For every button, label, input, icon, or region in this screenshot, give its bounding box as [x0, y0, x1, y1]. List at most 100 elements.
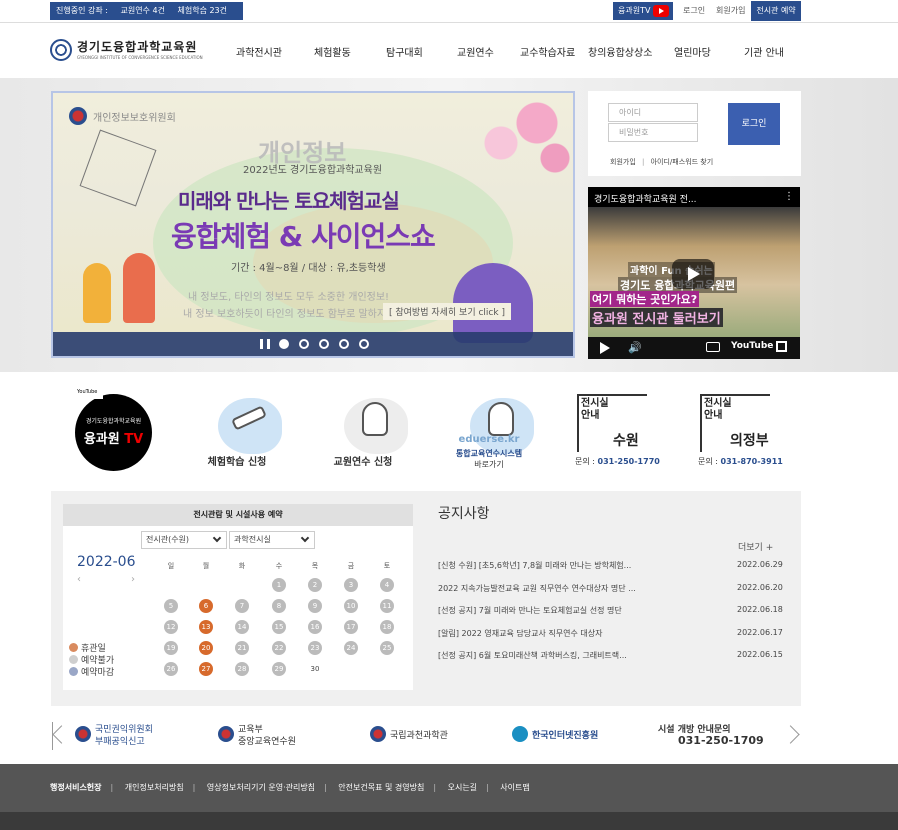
- reserve-button[interactable]: 전시관 예약: [751, 1, 801, 21]
- calendar-day[interactable]: 21: [235, 641, 249, 655]
- footer-link-privacy[interactable]: 개인정보처리방침: [125, 783, 184, 792]
- calendar-day[interactable]: 9: [308, 599, 322, 613]
- menu-creative-lab[interactable]: 창의융합상상소: [588, 44, 652, 59]
- calendar-day[interactable]: 29: [272, 662, 286, 676]
- slider-dot[interactable]: [359, 339, 369, 349]
- youtube-video-player[interactable]: 경기도융합과학교육원 전... ⋮ 과학이 Fun 숨쉬는 경기도 융합과학교육…: [588, 187, 800, 359]
- calendar-day[interactable]: 16: [308, 620, 322, 634]
- calendar-day[interactable]: 10: [344, 599, 358, 613]
- footer-separator: |: [486, 783, 489, 792]
- banner-next-icon[interactable]: [784, 722, 800, 750]
- prev-month-button[interactable]: ‹: [77, 574, 81, 585]
- banner-line: 국립과천과학관: [390, 731, 448, 741]
- banner-prev-icon[interactable]: [52, 722, 68, 750]
- calendar-day[interactable]: 14: [235, 620, 249, 634]
- fullscreen-icon[interactable]: [776, 341, 787, 352]
- join-link[interactable]: 회원가입: [610, 158, 636, 166]
- footer-link-directions[interactable]: 오시는길: [448, 783, 477, 792]
- password-input[interactable]: 비밀번호: [608, 123, 698, 142]
- calendar-day[interactable]: 15: [272, 620, 286, 634]
- calendar-day[interactable]: 19: [164, 641, 178, 655]
- slider-dot[interactable]: [299, 339, 309, 349]
- calendar-day[interactable]: 3: [344, 578, 358, 592]
- notice-item[interactable]: [선정 공지] 7월 미래와 만나는 토요체험교실 선정 명단 2022.06.1…: [438, 605, 783, 619]
- find-account-link[interactable]: 아이디/패스워드 찾기: [651, 158, 714, 166]
- calendar-day[interactable]: 11: [380, 599, 394, 613]
- slider-dot[interactable]: [339, 339, 349, 349]
- calendar-day[interactable]: 13: [199, 620, 213, 634]
- volume-icon[interactable]: 🔊: [628, 341, 642, 354]
- calendar-day[interactable]: 24: [344, 641, 358, 655]
- venue-select[interactable]: 전시관(수원): [141, 531, 227, 549]
- teacher-training-apply-link[interactable]: 교원연수 신청: [308, 392, 418, 482]
- suwon-exhibition-info[interactable]: 전시실 안내 수원 문의 : 031-250-1770: [575, 394, 675, 466]
- teacher-course-count[interactable]: 교원연수 4건: [121, 6, 165, 15]
- calendar-day[interactable]: 7: [235, 599, 249, 613]
- calendar-day[interactable]: 17: [344, 620, 358, 634]
- calendar-day[interactable]: 27: [199, 662, 213, 676]
- uijeongbu-exhibition-info[interactable]: 전시실 안내 의정부 문의 : 031-870-3911: [698, 394, 798, 466]
- notice-more-link[interactable]: 더보기 +: [738, 540, 773, 553]
- calendar-day[interactable]: 30: [308, 662, 322, 676]
- play-icon[interactable]: [672, 259, 714, 289]
- teacher-training-apply-label: 교원연수 신청: [333, 457, 393, 468]
- video-title[interactable]: 경기도융합과학교육원 전...: [594, 192, 697, 205]
- notice-item[interactable]: [신청 수원] [초5,6학년] 7,8월 미래와 만나는 방학체험... 202…: [438, 560, 783, 574]
- youtube-logo[interactable]: YouTube: [731, 341, 773, 351]
- menu-experience[interactable]: 체험활동: [314, 44, 351, 59]
- tv-link[interactable]: 융과원TV: [613, 2, 673, 20]
- menu-teacher-training[interactable]: 교원연수: [457, 44, 494, 59]
- footer-link-cctv[interactable]: 영상정보처리기기 운영·관리방침: [207, 783, 315, 792]
- menu-science-hall[interactable]: 과학전시관: [236, 44, 282, 59]
- main-slider[interactable]: 개인정보보호위원회 개인정보 2022년도 경기도융합과학교육원 미래와 만나는…: [51, 91, 575, 358]
- calendar-day[interactable]: 2: [308, 578, 322, 592]
- footer-link-charter[interactable]: 행정서비스헌장: [50, 783, 102, 792]
- footer-link-sitemap[interactable]: 사이트맵: [500, 783, 529, 792]
- room-select[interactable]: 과학전시실: [229, 531, 315, 549]
- experience-apply-link[interactable]: 체험학습 신청: [182, 392, 292, 482]
- calendar-day[interactable]: 5: [164, 599, 178, 613]
- notice-date: 2022.06.17: [737, 628, 783, 637]
- experience-course-count[interactable]: 체험학습 23건: [177, 6, 227, 15]
- cube-illustration: [79, 129, 157, 207]
- calendar-header: 전시관람 및 시설사용 예약: [63, 504, 413, 526]
- slider-dot[interactable]: [279, 339, 289, 349]
- login-button[interactable]: 로그인: [728, 103, 780, 145]
- calendar-day[interactable]: 6: [199, 599, 213, 613]
- more-options-icon[interactable]: ⋮: [784, 191, 794, 202]
- notice-item[interactable]: [알림] 2022 영재교육 담당교사 직무연수 대상자 2022.06.17: [438, 628, 783, 642]
- info-title: 전시실 안내: [581, 398, 609, 422]
- next-month-button[interactable]: ›: [131, 574, 135, 585]
- notice-item[interactable]: 2022 지속가능발전교육 교원 직무연수 연수대상자 명단 ... 2022.0…: [438, 583, 783, 597]
- login-link[interactable]: 로그인: [683, 2, 705, 20]
- calendar-day[interactable]: 23: [308, 641, 322, 655]
- menu-contest[interactable]: 탐구대회: [386, 44, 423, 59]
- menu-open-forum[interactable]: 열린마당: [674, 44, 711, 59]
- site-logo[interactable]: 경기도융합과학교육원 GYEONGGI INSTITUTE OF CONVERG…: [50, 37, 210, 67]
- tv-title-main: 융과원: [83, 432, 120, 447]
- calendar-day[interactable]: 4: [380, 578, 394, 592]
- calendar-day[interactable]: 18: [380, 620, 394, 634]
- menu-teaching-materials[interactable]: 교수학습자료: [520, 44, 575, 59]
- slider-dot[interactable]: [319, 339, 329, 349]
- captions-icon[interactable]: [706, 342, 720, 352]
- join-link[interactable]: 회원가입: [716, 2, 745, 20]
- weekday-label: 월: [202, 562, 210, 570]
- calendar-day[interactable]: 28: [235, 662, 249, 676]
- calendar-day[interactable]: 20: [199, 641, 213, 655]
- menu-about[interactable]: 기관 안내: [744, 44, 784, 59]
- calendar-day[interactable]: 25: [380, 641, 394, 655]
- calendar-day[interactable]: 26: [164, 662, 178, 676]
- pause-icon[interactable]: [260, 339, 270, 349]
- calendar-day[interactable]: 12: [164, 620, 178, 634]
- play-button-icon[interactable]: [600, 342, 610, 354]
- integrated-training-link[interactable]: eduerse.kr 통합교육연수시스템 바로가기: [434, 392, 544, 482]
- calendar-day[interactable]: 8: [272, 599, 286, 613]
- footer-link-safety[interactable]: 안전보건목표 및 경영방침: [338, 783, 424, 792]
- tv-quick-link[interactable]: YouTube 경기도융합과학교육원 융과원 TV: [75, 389, 152, 471]
- calendar-day[interactable]: 1: [272, 578, 286, 592]
- id-input[interactable]: 아이디: [608, 103, 698, 122]
- notice-item[interactable]: [선정 공지] 6월 토요미래산책 과학버스킹, 그래비트랙... 2022.06…: [438, 650, 783, 664]
- slide-detail-link[interactable]: [ 참여방법 자세히 보기 click ]: [383, 303, 511, 320]
- calendar-day[interactable]: 22: [272, 641, 286, 655]
